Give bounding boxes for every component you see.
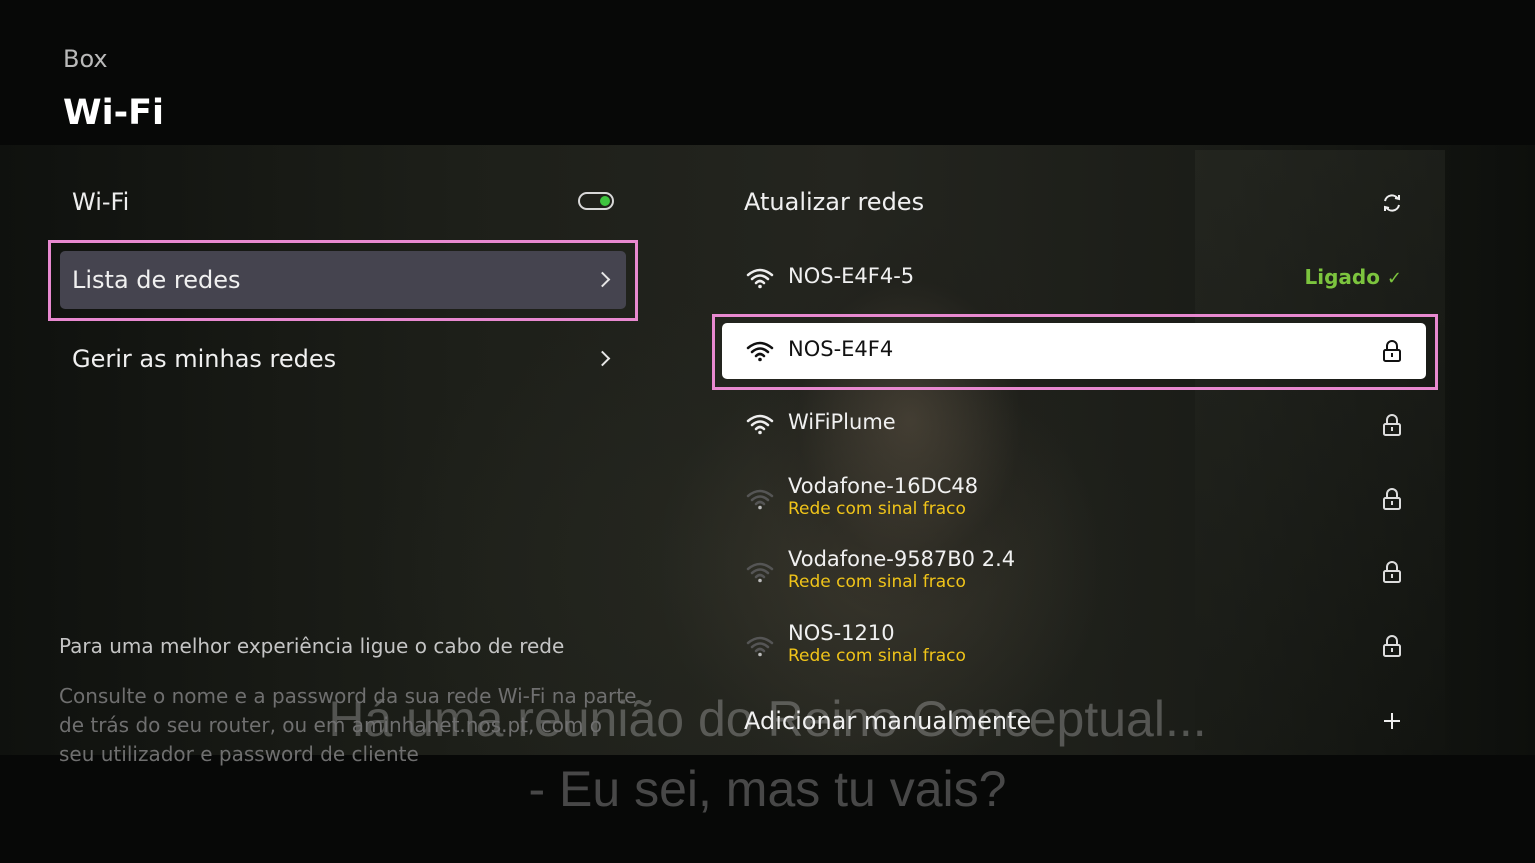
wifi-toggle-switch[interactable] [578, 192, 614, 210]
lock-icon [1383, 414, 1401, 436]
network-item[interactable]: Vodafone-16DC48 Rede com sinal fraco [722, 472, 1426, 528]
refresh-networks-button[interactable]: Atualizar redes [732, 180, 1422, 224]
refresh-icon [1384, 194, 1400, 212]
network-ssid: NOS-E4F4 [788, 337, 894, 361]
lock-icon [1383, 635, 1401, 657]
network-item[interactable]: Vodafone-9587B0 2.4 Rede com sinal fraco [722, 545, 1426, 601]
connected-status: Ligado ✓ [1304, 265, 1402, 289]
breadcrumb[interactable]: Box [63, 45, 108, 73]
plus-icon [1384, 713, 1400, 729]
wifi-toggle-label: Wi-Fi [72, 188, 130, 216]
connected-status-label: Ligado [1304, 265, 1380, 289]
menu-item-manage-networks[interactable]: Gerir as minhas redes [60, 333, 626, 385]
lock-icon [1383, 488, 1401, 510]
hint-body: Consulte o nome e a password da sua rede… [59, 684, 637, 766]
toggle-knob [600, 196, 610, 206]
weak-signal-label: Rede com sinal fraco [788, 499, 966, 519]
menu-item-network-list[interactable]: Lista de redes [60, 251, 626, 309]
network-ssid: Vodafone-16DC48 [788, 474, 979, 498]
wifi-toggle-row[interactable]: Wi-Fi [60, 180, 626, 224]
network-ssid: WiFiPlume [788, 410, 896, 434]
network-item[interactable]: NOS-1210 Rede com sinal fraco [722, 619, 1426, 675]
network-item[interactable]: NOS-E4F4-5 Ligado ✓ [722, 256, 1426, 300]
wifi-signal-strong-icon [746, 414, 774, 435]
network-item[interactable]: WiFiPlume [722, 403, 1426, 447]
wifi-signal-strong-icon [746, 268, 774, 289]
network-ssid: NOS-E4F4-5 [788, 264, 915, 288]
menu-item-label: Lista de redes [72, 266, 241, 294]
wifi-signal-weak-icon [746, 489, 774, 510]
weak-signal-label: Rede com sinal fraco [788, 646, 966, 666]
check-icon: ✓ [1386, 268, 1402, 289]
wifi-signal-weak-icon [746, 562, 774, 583]
menu-item-label: Gerir as minhas redes [72, 345, 337, 373]
add-network-manually-button[interactable]: Adicionar manualmente [732, 699, 1422, 743]
lock-icon [1383, 340, 1401, 362]
wifi-signal-strong-icon [746, 341, 774, 362]
hint-title: Para uma melhor experiência ligue o cabo… [59, 634, 565, 658]
wifi-signal-weak-icon [746, 636, 774, 657]
chevron-right-icon [594, 271, 611, 288]
page-title: Wi-Fi [63, 93, 165, 133]
network-ssid: NOS-1210 [788, 621, 895, 645]
lock-icon [1383, 561, 1401, 583]
add-network-manually-label: Adicionar manualmente [744, 707, 1032, 735]
refresh-networks-label: Atualizar redes [744, 188, 925, 216]
weak-signal-label: Rede com sinal fraco [788, 572, 966, 592]
network-item-focused[interactable]: NOS-E4F4 [722, 323, 1426, 379]
chevron-right-icon [594, 350, 611, 367]
network-ssid: Vodafone-9587B0 2.4 [788, 547, 1016, 571]
